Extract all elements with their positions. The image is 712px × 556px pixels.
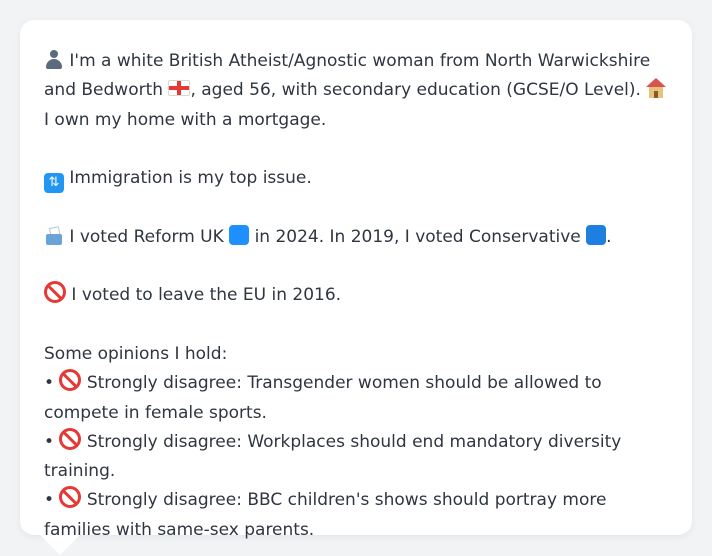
conservative-party-color-square (586, 224, 607, 245)
bullet: • (44, 373, 55, 394)
eu-vote-paragraph: I voted to leave the EU in 2016. (44, 281, 668, 310)
message-content: I'm a white British Atheist/Agnostic wom… (44, 47, 668, 545)
opinions-heading: Some opinions I hold: (44, 343, 228, 364)
profile-text-3: I own my home with a mortgage. (44, 109, 327, 130)
profile-paragraph: I'm a white British Atheist/Agnostic wom… (44, 47, 668, 135)
immigration-icon: ⇅ (44, 173, 64, 194)
reform-party-color-square (229, 224, 250, 245)
eu-vote-text: I voted to leave the EU in 2016. (71, 285, 342, 306)
no-entry-icon (59, 486, 82, 509)
bubble-tail (40, 535, 80, 555)
no-entry-icon (59, 369, 82, 392)
profile-text-2: , aged 56, with secondary education (GCS… (190, 80, 641, 101)
england-flag-icon (168, 80, 191, 97)
ballot-box-icon (44, 225, 64, 245)
top-issue-paragraph: ⇅ Immigration is my top issue. (44, 164, 668, 194)
vote-paragraph: I voted Reform UK in 2024. In 2019, I vo… (44, 223, 668, 252)
no-entry-icon (44, 281, 66, 304)
opinion-stance: Strongly disagree (86, 373, 237, 394)
vote-text-2: in 2024. In 2019, I voted Conservative (254, 226, 581, 247)
opinion-item: • Strongly disagree: Transgender women s… (44, 369, 668, 428)
opinion-stance: Strongly disagree (86, 431, 237, 452)
house-icon (646, 78, 667, 99)
vote-text-3: . (606, 226, 612, 247)
opinion-item: • Strongly disagree: Workplaces should e… (44, 427, 668, 487)
no-entry-icon (59, 427, 82, 450)
bullet: • (44, 490, 55, 511)
top-issue-text: Immigration is my top issue. (69, 168, 312, 189)
opinion-item: • Strongly disagree: BBC children's show… (44, 486, 668, 545)
chat-bubble: I'm a white British Atheist/Agnostic wom… (20, 20, 692, 540)
vote-text-1: I voted Reform UK (69, 226, 224, 247)
opinion-stance: Strongly disagree (86, 490, 237, 511)
bullet: • (44, 431, 55, 452)
person-silhouette-icon (44, 49, 64, 69)
